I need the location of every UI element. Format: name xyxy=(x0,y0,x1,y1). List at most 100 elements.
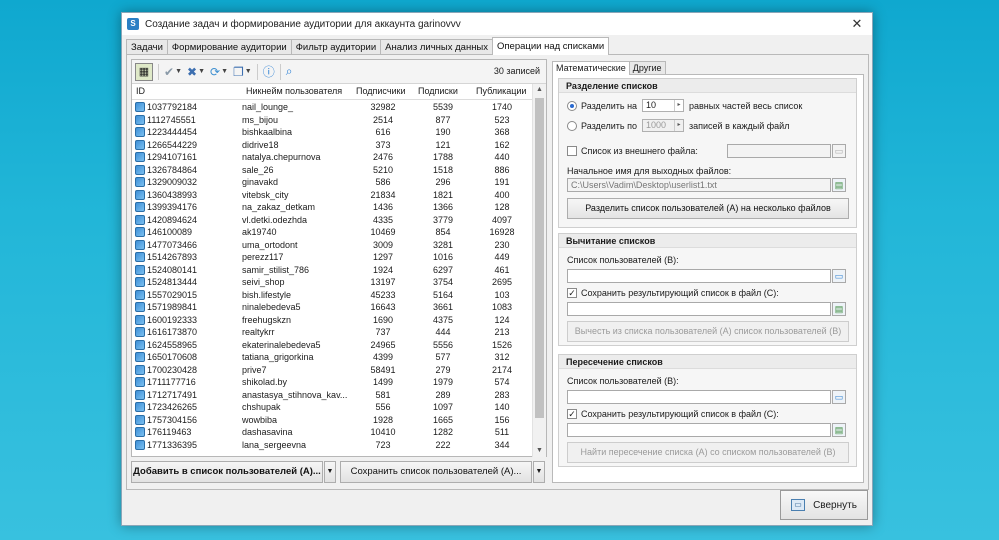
stepper-arrow-icon[interactable]: ▸ xyxy=(674,120,683,131)
table-row[interactable]: 1571989841 ninalebedeva5 16643 3661 1083 xyxy=(132,301,532,314)
row-followers: 3009 xyxy=(372,239,394,250)
table-row[interactable]: 1600192333 freehugskzn 1690 4375 124 xyxy=(132,314,532,327)
subtract-list-b-browse-button[interactable]: ▭ xyxy=(832,269,846,283)
search-button[interactable]: ⌕ xyxy=(286,63,293,81)
intersect-lists-button[interactable]: Найти пересечение списка (А) со списком … xyxy=(567,442,849,463)
subtract-list-b-input[interactable] xyxy=(567,269,831,283)
info-button[interactable]: ⓘ xyxy=(263,63,275,81)
table-row[interactable]: 1557029015 bish.lifestyle 45233 5164 103 xyxy=(132,289,532,302)
subtract-output-input[interactable] xyxy=(567,302,831,316)
table-row[interactable]: 1771336395 lana_sergeevna 723 222 344 xyxy=(132,439,532,452)
column-header-following[interactable]: Подписки xyxy=(414,84,472,99)
column-header-posts[interactable]: Публикации xyxy=(472,84,532,99)
table-row[interactable]: 1757304156 wowbiba 1928 1665 156 xyxy=(132,414,532,427)
save-list-dropdown[interactable]: ▼ xyxy=(533,461,545,483)
tab-audience-building[interactable]: Формирование аудитории xyxy=(166,39,292,55)
tab-tasks[interactable]: Задачи xyxy=(126,39,168,55)
split-lists-group: Разделение списков Разделить на 10 ▸ рав… xyxy=(558,78,857,228)
user-icon xyxy=(135,389,145,400)
subtract-save-label: Сохранить результирующий список в файл (… xyxy=(581,288,779,298)
column-header-id[interactable]: ID xyxy=(132,84,242,99)
table-row[interactable]: 1223444454 bishkaalbina 616 190 368 xyxy=(132,126,532,139)
output-save-button[interactable]: ▤ xyxy=(832,178,846,192)
row-followers: 586 xyxy=(375,177,391,188)
table-row[interactable]: 1477073466 uma_ortodont 3009 3281 230 xyxy=(132,239,532,252)
table-row[interactable]: 1624558965 ekaterinalebedeva5 24965 5556 152… xyxy=(132,339,532,352)
intersect-list-b-browse-button[interactable]: ▭ xyxy=(832,390,846,404)
delete-button[interactable]: ✖ ▼ xyxy=(187,63,205,81)
external-file-checkbox[interactable] xyxy=(567,146,577,156)
row-following: 444 xyxy=(435,327,451,338)
intersect-output-save-button[interactable]: ▤ xyxy=(832,423,846,437)
external-file-input[interactable] xyxy=(727,144,831,158)
table-row[interactable]: 1711177716 shikolad.by 1499 1979 574 xyxy=(132,376,532,389)
row-followers: 581 xyxy=(375,389,391,400)
row-nickname: sale_26 xyxy=(242,164,274,175)
split-list-button[interactable]: Разделить список пользователей (А) на не… xyxy=(567,198,849,219)
split-records-stepper[interactable]: 1000 ▸ xyxy=(642,119,684,132)
intersect-output-input[interactable] xyxy=(567,423,831,437)
copy-icon: ❐ xyxy=(233,64,244,79)
subtract-save-checkbox[interactable]: ✓ xyxy=(567,288,577,298)
output-name-input[interactable]: C:\Users\Vadim\Desktop\userlist1.txt xyxy=(567,178,831,192)
tab-other[interactable]: Другие xyxy=(628,61,666,74)
table-row[interactable]: 1616173870 realtykrr 737 444 213 xyxy=(132,326,532,339)
column-header-nickname[interactable]: Никнейм пользователя xyxy=(242,84,352,99)
table-row[interactable]: 176119463 dashasavina 10410 1282 511 xyxy=(132,426,532,439)
row-following: 877 xyxy=(435,114,451,125)
scroll-thumb[interactable] xyxy=(535,98,544,418)
split-equal-radio[interactable] xyxy=(567,101,577,111)
window-title: Создание задач и формирование аудитории … xyxy=(145,18,461,30)
table-row[interactable]: 1037792184 nail_lounge_ 32982 5539 1740 xyxy=(132,101,532,114)
tab-personal-data-analysis[interactable]: Анализ личных данных xyxy=(380,39,494,55)
table-row[interactable]: 1650170608 tatiana_grigorkina 4399 577 312 xyxy=(132,351,532,364)
row-followers: 2514 xyxy=(372,114,394,125)
split-by-count-radio[interactable] xyxy=(567,121,577,131)
scroll-up-arrow[interactable]: ▲ xyxy=(533,84,546,96)
tab-audience-filter[interactable]: Фильтр аудитории xyxy=(290,39,382,55)
subtract-lists-button[interactable]: Вычесть из списка пользователей (А) спис… xyxy=(567,321,849,342)
external-file-label: Список из внешнего файла: xyxy=(581,146,698,156)
add-to-list-dropdown[interactable]: ▼ xyxy=(324,461,336,483)
table-row[interactable]: 146100089 ak19740 10469 854 16928 xyxy=(132,226,532,239)
table-scrollbar[interactable]: ▲ ▼ xyxy=(532,84,546,457)
table-row[interactable]: 1420894624 vl.detki.odezhda 4335 3779 4097 xyxy=(132,214,532,227)
tab-list-operations[interactable]: Операции над списками xyxy=(492,37,610,55)
intersect-save-checkbox[interactable]: ✓ xyxy=(567,409,577,419)
table-row[interactable]: 1360438993 vitebsk_city 21834 1821 400 xyxy=(132,189,532,202)
table-row[interactable]: 1329009032 ginavakd 586 296 191 xyxy=(132,176,532,189)
table-row[interactable]: 1112745551 ms_bijou 2514 877 523 xyxy=(132,114,532,127)
table-row[interactable]: 1700230428 prive7 58491 279 2174 xyxy=(132,364,532,377)
table-row[interactable]: 1524080141 samir_stilist_786 1924 6297 461 xyxy=(132,264,532,277)
save-list-button[interactable]: Сохранить список пользователей (А)... xyxy=(340,461,532,483)
check-button[interactable]: ✔ ▼ xyxy=(164,63,182,81)
row-nickname: na_zakaz_detkam xyxy=(242,202,316,213)
external-file-browse-button[interactable]: ▭ xyxy=(832,144,846,158)
column-header-followers[interactable]: Подписчики xyxy=(352,84,414,99)
table-row[interactable]: 1524813444 seivi_shop 13197 3754 2695 xyxy=(132,276,532,289)
table-row[interactable]: 1326784864 sale_26 5210 1518 886 xyxy=(132,164,532,177)
scroll-down-arrow[interactable]: ▼ xyxy=(533,445,546,457)
add-to-list-button[interactable]: Добавить в список пользователей (А)... xyxy=(131,461,323,483)
table-row[interactable]: 1266544229 didrive18 373 121 162 xyxy=(132,139,532,152)
table-row[interactable]: 1399394176 na_zakaz_detkam 1436 1366 128 xyxy=(132,201,532,214)
table-row[interactable]: 1712717491 anastasya_stihnova_kav... 581 28… xyxy=(132,389,532,402)
row-followers: 1690 xyxy=(372,314,394,325)
intersect-lists-group: Пересечение списков Список пользователей… xyxy=(558,354,857,467)
tab-math[interactable]: Математические xyxy=(552,61,630,75)
table-row[interactable]: 1514267893 perezz117 1297 1016 449 xyxy=(132,251,532,264)
close-button[interactable]: ✕ xyxy=(842,13,872,35)
copy-button[interactable]: ❐ ▼ xyxy=(233,63,252,81)
intersect-list-b-label: Список пользователей (В): xyxy=(567,376,679,386)
table-row[interactable]: 1723426265 chshupak 556 1097 140 xyxy=(132,401,532,414)
collapse-button[interactable]: ▭ Свернуть xyxy=(780,490,868,520)
refresh-button[interactable]: ⟳ ▼ xyxy=(210,63,228,81)
split-parts-stepper[interactable]: 10 ▸ xyxy=(642,99,684,112)
intersect-list-b-input[interactable] xyxy=(567,390,831,404)
user-icon xyxy=(135,314,145,325)
stepper-arrow-icon[interactable]: ▸ xyxy=(674,100,683,111)
table-row[interactable]: 1294107161 natalya.chepurnova 2476 1788 440 xyxy=(132,151,532,164)
select-all-button[interactable]: ▦ xyxy=(135,62,153,81)
subtract-output-save-button[interactable]: ▤ xyxy=(832,302,846,316)
row-following: 3281 xyxy=(432,239,454,250)
